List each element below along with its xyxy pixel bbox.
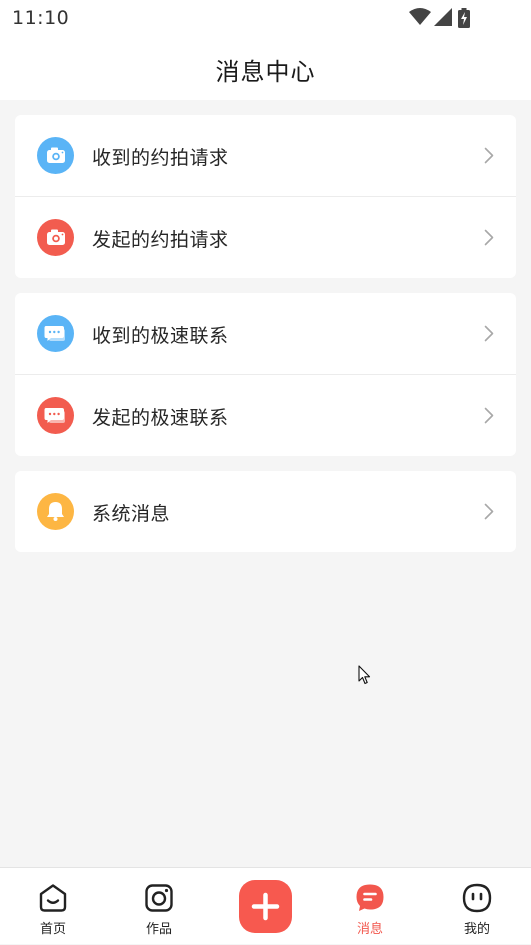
chevron-right-icon bbox=[484, 407, 494, 424]
signal-icon bbox=[434, 8, 452, 26]
list-item-sent-quick-contact[interactable]: 发起的极速联系 bbox=[15, 375, 516, 456]
list-item-system-messages[interactable]: 系统消息 bbox=[15, 471, 516, 552]
list-item-label: 发起的约拍请求 bbox=[92, 229, 229, 251]
plus-icon bbox=[251, 892, 280, 921]
list-item-label: 系统消息 bbox=[92, 503, 171, 525]
list-item-received-photoshoot[interactable]: 收到的约拍请求 bbox=[15, 115, 516, 197]
camera-icon bbox=[37, 219, 74, 256]
status-time: 11:10 bbox=[12, 7, 70, 29]
battery-icon bbox=[458, 8, 470, 28]
status-bar: 11:10 bbox=[0, 0, 531, 36]
add-button[interactable] bbox=[239, 880, 292, 933]
card-photoshoot-requests: 收到的约拍请求 发起的约拍请求 bbox=[15, 115, 516, 278]
camera-icon bbox=[37, 137, 74, 174]
tab-label: 消息 bbox=[356, 922, 383, 937]
tab-mine[interactable]: 我的 bbox=[424, 868, 530, 945]
list-item-label: 发起的极速联系 bbox=[92, 407, 229, 429]
chevron-right-icon bbox=[484, 147, 494, 164]
chevron-right-icon bbox=[484, 503, 494, 520]
chevron-right-icon bbox=[484, 325, 494, 342]
list-item-label: 收到的极速联系 bbox=[92, 325, 229, 347]
mouse-cursor-icon bbox=[358, 665, 371, 685]
list-item-sent-photoshoot[interactable]: 发起的约拍请求 bbox=[15, 197, 516, 278]
card-quick-contact: 收到的极速联系 发起的极速联系 bbox=[15, 293, 516, 456]
tab-messages[interactable]: 消息 bbox=[317, 868, 423, 945]
tab-label: 首页 bbox=[39, 922, 66, 937]
chevron-right-icon bbox=[484, 229, 494, 246]
chat-icon bbox=[37, 315, 74, 352]
list-item-label: 收到的约拍请求 bbox=[92, 147, 229, 169]
home-face-icon bbox=[39, 884, 67, 912]
list-item-received-quick-contact[interactable]: 收到的极速联系 bbox=[15, 293, 516, 375]
chat-icon bbox=[37, 397, 74, 434]
tab-home[interactable]: 首页 bbox=[0, 868, 106, 945]
tab-label: 作品 bbox=[145, 922, 172, 937]
bottom-tab-bar: 首页 作品 消息 我的 bbox=[0, 867, 531, 944]
page-title: 消息中心 bbox=[215, 58, 316, 86]
instagram-camera-icon bbox=[145, 884, 173, 912]
tab-works[interactable]: 作品 bbox=[106, 868, 212, 945]
bell-icon bbox=[37, 493, 74, 530]
tab-label: 我的 bbox=[463, 922, 490, 937]
profile-face-icon bbox=[462, 883, 492, 913]
card-system: 系统消息 bbox=[15, 471, 516, 552]
wifi-icon bbox=[409, 8, 431, 25]
header: 消息中心 bbox=[0, 36, 531, 100]
message-bubble-icon bbox=[356, 884, 384, 911]
